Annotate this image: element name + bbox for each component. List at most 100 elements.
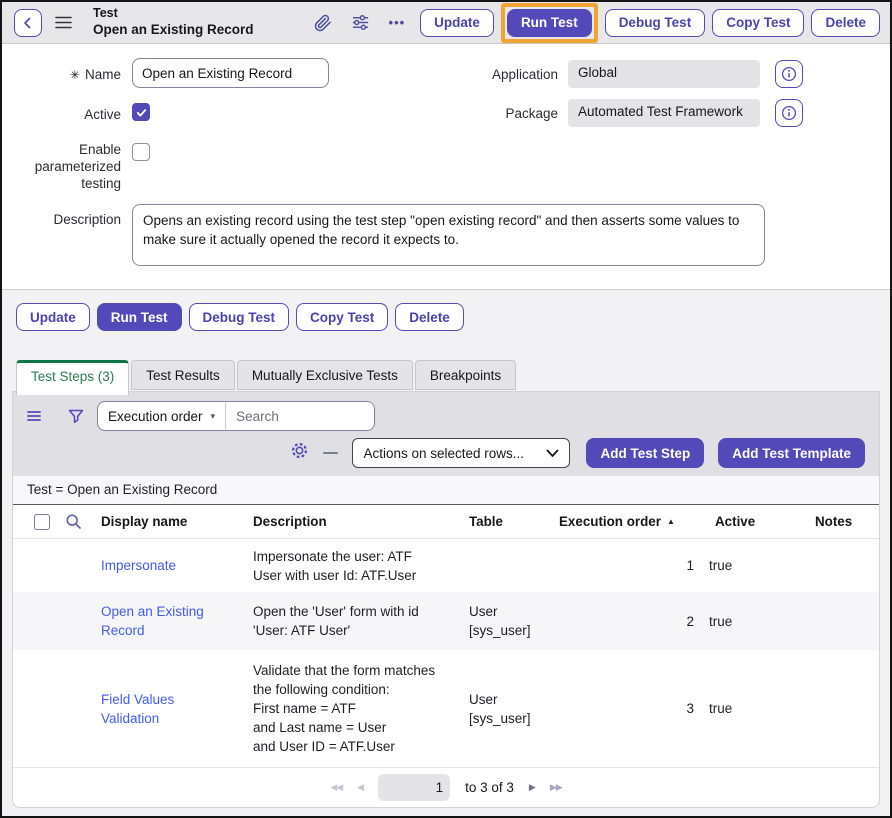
package-readonly-field: Automated Test Framework — [568, 99, 760, 127]
step-description: Validate that the form matches the follo… — [243, 654, 459, 763]
description-textarea[interactable]: Opens an existing record using the test … — [132, 204, 765, 266]
tab-mutually-exclusive-tests[interactable]: Mutually Exclusive Tests — [237, 360, 413, 390]
personalize-form-sliders-icon[interactable] — [351, 13, 370, 32]
test-record-form: ✳Name Application Global Active Package … — [2, 44, 890, 289]
column-header-display-name[interactable]: Display name — [91, 514, 243, 529]
step-notes — [789, 614, 879, 628]
active-checkbox[interactable] — [132, 103, 150, 121]
list-search-combo: Execution order ▾ — [97, 401, 375, 431]
column-header-notes[interactable]: Notes — [789, 514, 879, 529]
test-step-link[interactable]: Field Values Validation — [91, 683, 243, 735]
record-type-label: Test — [93, 6, 254, 22]
footer-delete-button[interactable]: Delete — [395, 303, 464, 331]
list-search-input[interactable] — [226, 402, 374, 430]
column-header-table[interactable]: Table — [459, 514, 549, 529]
back-button[interactable] — [14, 9, 42, 37]
list-settings-gear-icon[interactable] — [290, 441, 309, 465]
record-title: Open an Existing Record — [93, 22, 254, 39]
step-description: Open the 'User' form with id 'User: ATF … — [243, 595, 459, 647]
test-step-link[interactable]: Impersonate — [91, 549, 243, 582]
step-active-value: true — [699, 692, 789, 725]
form-context-menu-icon[interactable] — [55, 15, 72, 30]
chevron-left-icon — [20, 15, 36, 31]
info-icon — [781, 105, 797, 121]
actions-on-rows-select[interactable]: Actions on selected rows... — [352, 438, 570, 468]
pager-next-icon[interactable]: ▶ — [529, 782, 535, 793]
footer-debug-test-button[interactable]: Debug Test — [189, 303, 290, 331]
pager-previous-icon[interactable]: ◀ — [357, 782, 363, 793]
step-table: User [sys_user] — [459, 683, 549, 735]
info-icon — [781, 66, 797, 82]
select-all-checkbox[interactable] — [34, 514, 50, 530]
checkmark-icon — [135, 106, 148, 119]
add-test-step-button[interactable]: Add Test Step — [586, 438, 704, 468]
column-search-icon[interactable] — [65, 513, 91, 530]
step-execution-order: 1 — [549, 549, 699, 582]
test-step-link[interactable]: Open an Existing Record — [91, 595, 243, 647]
list-context-menu-icon[interactable] — [27, 410, 41, 422]
tab-test-steps[interactable]: Test Steps (3) — [16, 360, 129, 395]
column-header-description[interactable]: Description — [243, 514, 459, 529]
step-execution-order: 2 — [549, 605, 699, 638]
pager-range-label: to 3 of 3 — [465, 780, 514, 795]
header-icon-group: ••• — [314, 13, 406, 32]
package-field-label: Package — [432, 105, 558, 122]
test-step-row: Impersonate Impersonate the user: ATF Us… — [13, 539, 879, 592]
required-marker-icon: ✳ — [70, 68, 80, 82]
record-title-block: Test Open an Existing Record — [93, 6, 254, 39]
form-footer-action-buttons: Update Run Test Debug Test Copy Test Del… — [16, 303, 890, 331]
footer-run-test-button[interactable]: Run Test — [97, 303, 182, 331]
header-copy-test-button[interactable]: Copy Test — [712, 9, 804, 37]
tab-test-results[interactable]: Test Results — [131, 360, 235, 390]
enable-parameterized-checkbox[interactable] — [132, 143, 150, 161]
test-steps-list-card: Execution order ▾ Actions on selected ro… — [12, 391, 880, 808]
step-notes — [789, 702, 879, 716]
pager-first-icon[interactable]: ◀◀ — [330, 782, 342, 793]
pager-page-input[interactable] — [378, 774, 450, 801]
step-table: User [sys_user] — [459, 595, 549, 647]
header-delete-button[interactable]: Delete — [811, 9, 880, 37]
application-info-button[interactable] — [775, 60, 803, 88]
list-header-row: Display name Description Table Execution… — [13, 505, 879, 539]
add-test-template-button[interactable]: Add Test Template — [718, 438, 865, 468]
application-field-label: Application — [432, 66, 558, 83]
tab-breakpoints[interactable]: Breakpoints — [415, 360, 516, 390]
related-lists-section: Update Run Test Debug Test Copy Test Del… — [2, 289, 890, 816]
atf-test-record-page: Test Open an Existing Record ••• Update … — [0, 0, 892, 818]
footer-update-button[interactable]: Update — [16, 303, 90, 331]
name-input[interactable] — [132, 58, 329, 88]
header-update-button[interactable]: Update — [420, 9, 494, 37]
name-field-label: ✳Name — [2, 66, 121, 84]
step-description: Impersonate the user: ATF User with user… — [243, 540, 459, 592]
description-field-label: Description — [2, 211, 121, 228]
record-header: Test Open an Existing Record ••• Update … — [2, 2, 890, 44]
attachment-paperclip-icon[interactable] — [314, 14, 332, 32]
enable-parameterized-label: Enable parameterized testing — [2, 141, 121, 192]
step-table — [459, 559, 549, 573]
package-info-button[interactable] — [775, 99, 803, 127]
list-toolbar: Execution order ▾ Actions on selected ro… — [13, 392, 879, 476]
step-active-value: true — [699, 549, 789, 582]
header-debug-test-button[interactable]: Debug Test — [605, 9, 706, 37]
test-step-row: Open an Existing Record Open the 'User' … — [13, 592, 879, 650]
footer-copy-test-button[interactable]: Copy Test — [296, 303, 388, 331]
chevron-down-icon: ▾ — [211, 411, 216, 422]
more-options-icon[interactable]: ••• — [389, 15, 406, 30]
column-header-execution-order[interactable]: Execution order ▲ — [549, 514, 699, 529]
run-test-highlight-box: Run Test — [501, 3, 598, 43]
pager-last-icon[interactable]: ▶▶ — [550, 782, 562, 793]
column-header-active[interactable]: Active — [699, 514, 789, 529]
step-active-value: true — [699, 605, 789, 638]
related-list-tabs: Test Steps (3) Test Results Mutually Exc… — [16, 360, 890, 391]
header-run-test-button[interactable]: Run Test — [507, 9, 592, 37]
header-action-buttons: Update Run Test Debug Test Copy Test Del… — [420, 3, 880, 43]
list-breadcrumb[interactable]: Test = Open an Existing Record — [13, 476, 879, 505]
list-pagination: ◀◀ ◀ to 3 of 3 ▶ ▶▶ — [13, 767, 879, 807]
list-filter-icon[interactable] — [68, 409, 84, 424]
application-readonly-field: Global — [568, 60, 760, 88]
sort-ascending-icon: ▲ — [667, 517, 675, 526]
step-notes — [789, 559, 879, 573]
search-field-selector[interactable]: Execution order ▾ — [98, 402, 226, 430]
step-execution-order: 3 — [549, 692, 699, 725]
collapse-list-icon[interactable] — [323, 452, 338, 454]
